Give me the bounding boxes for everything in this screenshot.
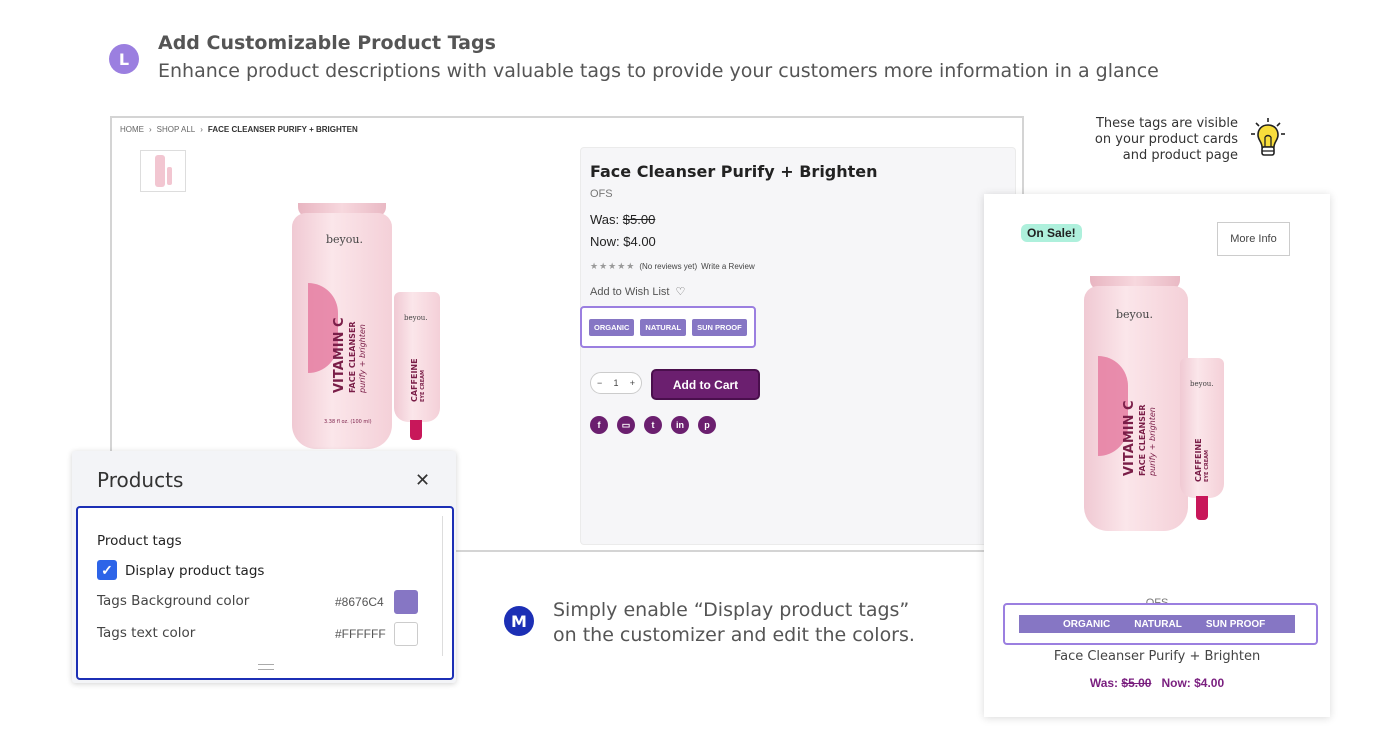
share-icons: f ▭ t in p bbox=[590, 416, 716, 434]
add-to-cart-button[interactable]: Add to Cart bbox=[651, 369, 760, 400]
text-color-value[interactable]: #FFFFFF bbox=[335, 627, 386, 641]
product-details: Face Cleanser Purify + Brighten OFS Was:… bbox=[580, 147, 1016, 545]
pinterest-icon[interactable]: p bbox=[698, 416, 716, 434]
tip-line: on your product cards bbox=[1094, 132, 1238, 147]
reviews-count: (No reviews yet) bbox=[639, 262, 698, 271]
customizer-panel: Products ✕ Product tags ✓ Display produc… bbox=[72, 451, 456, 683]
eye-cream-label: CAFFEINE bbox=[410, 358, 419, 402]
tube-label: VITAMIN C bbox=[332, 317, 347, 393]
step-m-line: Simply enable “Display product tags” bbox=[553, 599, 910, 621]
tip-text: These tags are visible on your product c… bbox=[1060, 116, 1238, 164]
tube-label: VITAMIN C bbox=[1122, 400, 1137, 476]
heart-icon: ♡ bbox=[675, 286, 686, 298]
print-icon[interactable]: ▭ bbox=[617, 416, 635, 434]
product-tag: SUN PROOF bbox=[692, 318, 747, 336]
card-price: Was: $5.00 Now: $4.00 bbox=[1089, 676, 1225, 690]
card-tags: ORGANIC NATURAL SUN PROOF bbox=[1019, 615, 1295, 633]
bg-color-swatch[interactable] bbox=[394, 590, 418, 614]
rating: ★★★★★ (No reviews yet) Write a Review bbox=[590, 261, 755, 272]
text-color-swatch[interactable] bbox=[394, 622, 418, 646]
lightbulb-icon bbox=[1251, 118, 1285, 156]
step-m-text: Simply enable “Display product tags” on … bbox=[553, 598, 915, 648]
close-icon[interactable]: ✕ bbox=[415, 470, 430, 491]
display-tags-label[interactable]: Display product tags bbox=[125, 563, 264, 579]
product-thumbnail[interactable] bbox=[140, 150, 186, 192]
chevron-right-icon: › bbox=[200, 125, 203, 134]
card-product-name[interactable]: Face Cleanser Purify + Brighten bbox=[984, 649, 1330, 664]
linkedin-icon[interactable]: in bbox=[671, 416, 689, 434]
tube-volume: 3.38 fl oz. (100 ml) bbox=[324, 419, 372, 425]
tube-label: FACE CLEANSER bbox=[1138, 404, 1147, 476]
breadcrumb-home[interactable]: HOME bbox=[120, 125, 144, 134]
text-color-label: Tags text color bbox=[97, 625, 196, 641]
step-badge-l: L bbox=[109, 44, 139, 74]
eye-cream-brand: beyou. bbox=[404, 314, 428, 322]
more-info-button[interactable]: More Info bbox=[1217, 222, 1290, 256]
product-tag: NATURAL bbox=[1134, 618, 1182, 630]
scrollbar[interactable] bbox=[442, 516, 447, 656]
wishlist-label: Add to Wish List bbox=[590, 285, 670, 298]
product-tag: ORGANIC bbox=[1063, 618, 1111, 630]
product-tag: SUN PROOF bbox=[1205, 618, 1266, 630]
sale-badge: On Sale! bbox=[1021, 224, 1082, 242]
breadcrumb: HOME › SHOP ALL › FACE CLEANSER PURIFY +… bbox=[120, 125, 358, 134]
write-review-link[interactable]: Write a Review bbox=[701, 262, 755, 271]
eye-cream-label: CAFFEINE bbox=[1194, 438, 1203, 482]
panel-title: Products bbox=[97, 468, 184, 492]
product-card[interactable]: On Sale! More Info beyou. VITAMIN C FACE… bbox=[984, 194, 1330, 717]
product-tags-settings: Product tags ✓ Display product tags Tags… bbox=[76, 506, 454, 680]
eye-cream-label: EYE CREAM bbox=[1204, 450, 1210, 482]
wishlist-link[interactable]: Add to Wish List ♡ bbox=[590, 285, 686, 299]
minus-icon[interactable]: − bbox=[597, 378, 602, 388]
was-price: Was: $5.00 bbox=[590, 212, 656, 227]
breadcrumb-current: FACE CLEANSER PURIFY + BRIGHTEN bbox=[207, 125, 358, 134]
tip-line: and product page bbox=[1122, 148, 1238, 163]
card-product-image: beyou. VITAMIN C FACE CLEANSER purify + … bbox=[1084, 276, 1264, 546]
product-title: Face Cleanser Purify + Brighten bbox=[590, 162, 878, 181]
facebook-icon[interactable]: f bbox=[590, 416, 608, 434]
breadcrumb-shop-all[interactable]: SHOP ALL bbox=[157, 125, 196, 134]
tube-brand: beyou. bbox=[326, 233, 363, 246]
quantity-stepper[interactable]: − 1 + bbox=[590, 372, 642, 394]
twitter-icon[interactable]: t bbox=[644, 416, 662, 434]
now-price: Now: $4.00 bbox=[590, 234, 656, 249]
tip-line: These tags are visible bbox=[1095, 116, 1238, 131]
bg-color-label: Tags Background color bbox=[97, 593, 250, 609]
section-title: Add Customizable Product Tags bbox=[158, 32, 496, 54]
step-m-line: on the customizer and edit the colors. bbox=[553, 624, 915, 646]
tube-label: purify + brighten bbox=[1148, 407, 1157, 476]
card-tags-highlight: ORGANIC NATURAL SUN PROOF bbox=[1003, 603, 1318, 645]
product-brand: OFS bbox=[590, 188, 613, 200]
eye-cream-image: beyou. CAFFEINE EYE CREAM bbox=[394, 292, 444, 452]
tube-label: purify + brighten bbox=[358, 324, 367, 393]
eye-cream-brand: beyou. bbox=[1190, 380, 1214, 388]
bg-color-value[interactable]: #8676C4 bbox=[335, 595, 384, 609]
step-badge-m: M bbox=[504, 606, 534, 636]
section-subtitle: Enhance product descriptions with valuab… bbox=[158, 60, 1159, 82]
resize-handle-icon[interactable] bbox=[258, 664, 274, 670]
chevron-right-icon: › bbox=[149, 125, 152, 134]
plus-icon[interactable]: + bbox=[630, 378, 635, 388]
eye-cream-label: EYE CREAM bbox=[420, 370, 426, 402]
tube-brand: beyou. bbox=[1116, 308, 1153, 321]
star-rating-icon: ★★★★★ bbox=[590, 261, 636, 271]
product-tag: NATURAL bbox=[640, 318, 687, 336]
settings-section-title: Product tags bbox=[97, 533, 182, 549]
product-tags-highlight: ORGANIC NATURAL SUN PROOF bbox=[580, 306, 756, 348]
product-tag: ORGANIC bbox=[589, 318, 635, 336]
quantity-value[interactable]: 1 bbox=[613, 378, 618, 388]
tube-label: FACE CLEANSER bbox=[348, 321, 357, 393]
display-tags-checkbox[interactable]: ✓ bbox=[97, 560, 117, 580]
